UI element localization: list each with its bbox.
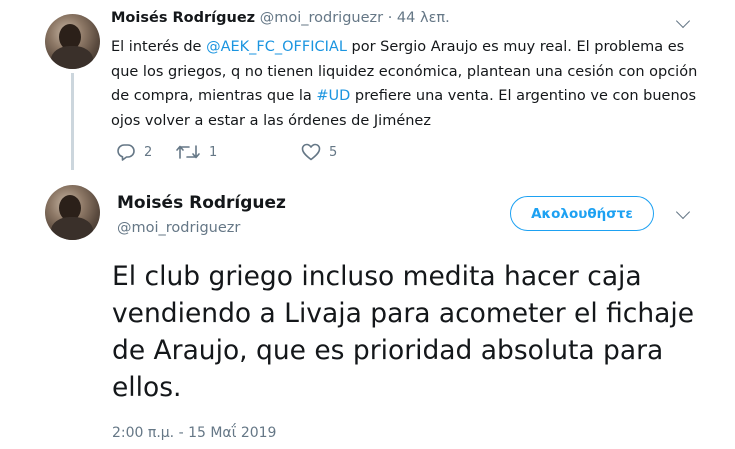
tweet-text: El interés de @AEK_FC_OFFICIAL por Sergi…	[111, 35, 711, 133]
reply-icon	[117, 144, 135, 161]
avatar[interactable]	[45, 14, 100, 69]
like-count: 5	[329, 144, 338, 160]
author-handle[interactable]: @moi_rodriguezr	[117, 220, 240, 236]
like-button[interactable]: 5	[301, 143, 337, 161]
author-handle[interactable]: @moi_rodriguezr	[260, 10, 383, 26]
author-name[interactable]: Moisés Rodríguez	[117, 193, 286, 213]
separator: ·	[383, 10, 397, 26]
author-name[interactable]: Moisés Rodríguez	[111, 10, 255, 26]
tweet-header: Moisés Rodríguez @moi_rodriguezr · 44 λε…	[111, 10, 450, 26]
follow-button[interactable]: Ακολουθήστε	[510, 196, 654, 231]
chevron-down-icon[interactable]	[675, 13, 691, 29]
heart-icon	[301, 143, 321, 161]
reply-button[interactable]: 2	[116, 143, 152, 161]
retweet-count: 1	[209, 144, 218, 160]
tweet-timestamp[interactable]: 2:00 π.μ. - 15 Μαΐ 2019	[112, 425, 276, 441]
retweet-icon	[176, 145, 200, 159]
mention-link[interactable]: @AEK_FC_OFFICIAL	[206, 39, 347, 55]
time-ago[interactable]: 44 λεπ.	[397, 10, 450, 26]
reply-count: 2	[144, 144, 153, 160]
retweet-button[interactable]: 1	[175, 143, 217, 161]
avatar[interactable]	[45, 185, 100, 240]
hashtag-link[interactable]: #UD	[316, 88, 350, 104]
chevron-down-icon[interactable]	[675, 204, 691, 220]
tweet-text: El club griego incluso medita hacer caja…	[112, 261, 695, 403]
text-part: El interés de	[111, 39, 207, 55]
thread-line	[71, 73, 74, 170]
